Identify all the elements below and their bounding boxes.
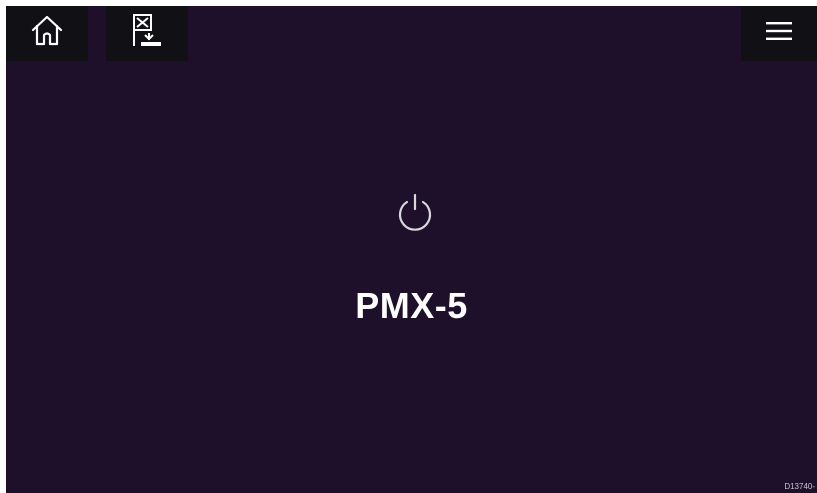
home-icon (27, 11, 67, 56)
menu-button[interactable] (741, 6, 817, 61)
app-screen: PMX-5 (6, 6, 817, 493)
device-name: PMX-5 (355, 285, 468, 326)
home-button[interactable] (6, 6, 88, 61)
hamburger-menu-icon (764, 19, 794, 48)
man-overboard-button[interactable] (106, 6, 188, 61)
reference-code: D13740- (784, 482, 815, 491)
power-icon[interactable] (391, 189, 439, 237)
man-overboard-icon (125, 9, 169, 58)
